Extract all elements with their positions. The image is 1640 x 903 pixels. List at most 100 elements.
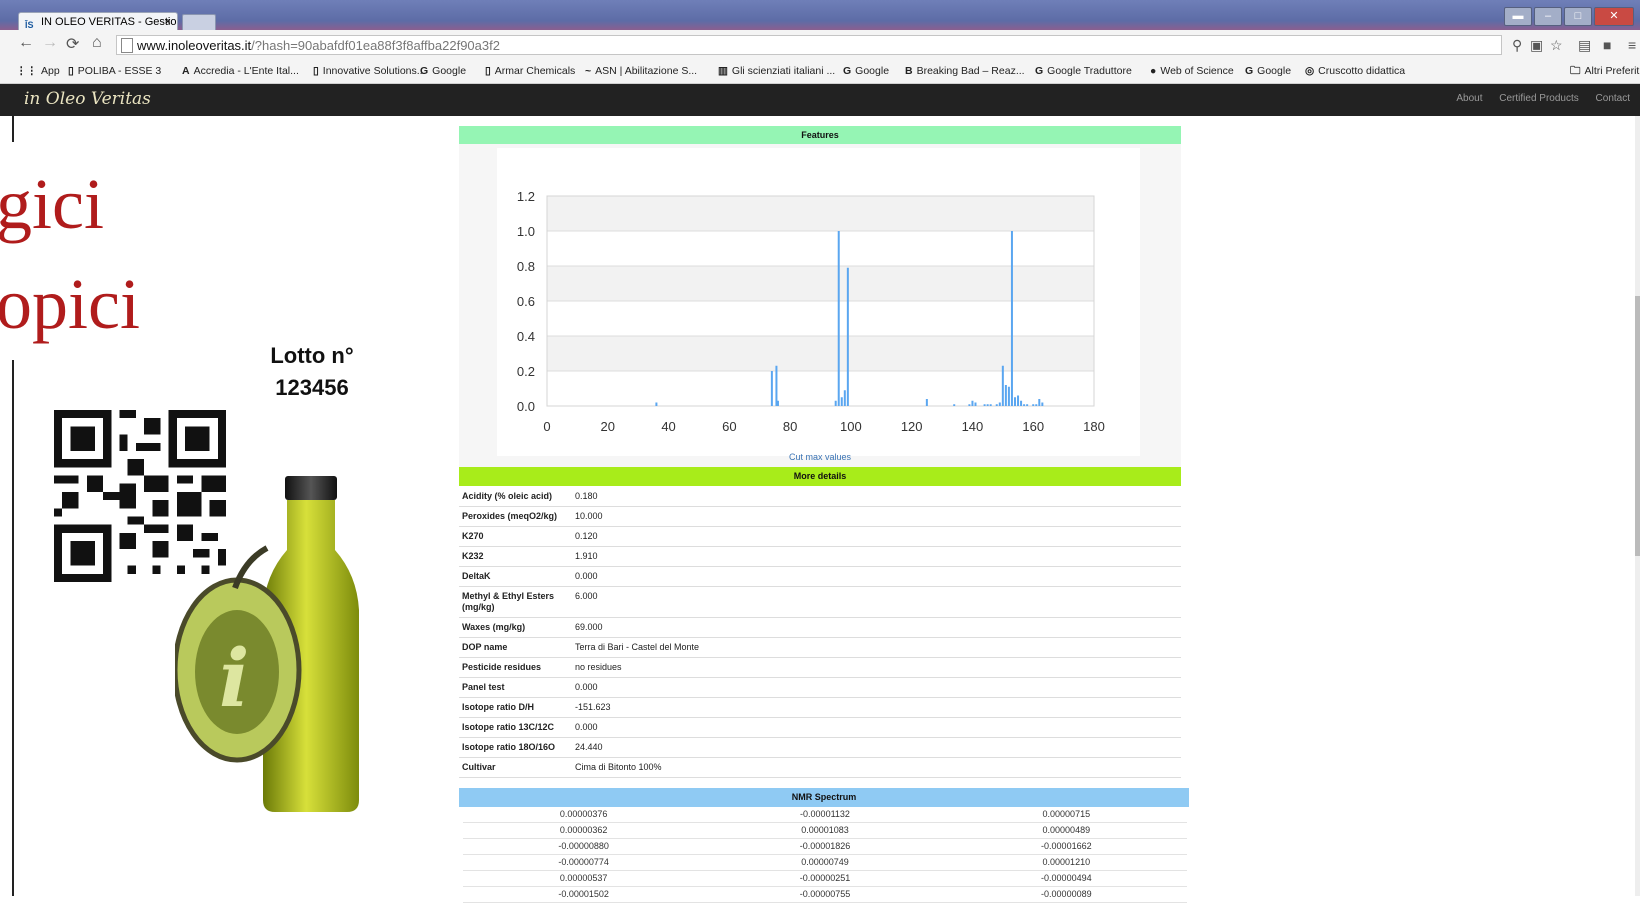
bookmark-item[interactable]: ▯Armar Chemicals — [485, 60, 575, 83]
tab-close-icon[interactable]: × — [165, 13, 171, 30]
detail-key: Acidity (% oleic acid) — [459, 487, 575, 506]
chart-container: 0.00.20.40.60.81.01.20204060801001201401… — [459, 144, 1181, 468]
other-bookmarks-label: Altri Preferiti — [1585, 65, 1640, 77]
bar — [999, 403, 1001, 407]
y-tick-label: 0.2 — [517, 364, 535, 379]
chart-panel: 0.00.20.40.60.81.01.20204060801001201401… — [497, 148, 1140, 456]
detail-row: Isotope ratio 18O/16O24.440 — [459, 738, 1181, 758]
divider-line — [12, 360, 14, 896]
site-logo[interactable]: in Oleo Veritas — [24, 89, 151, 109]
detail-value: Terra di Bari - Castel del Monte — [575, 638, 699, 657]
bar — [926, 399, 928, 406]
browser-tab[interactable]: ĪS IN OLEO VERITAS - Gestio × — [18, 12, 178, 30]
features-chart: 0.00.20.40.60.81.01.20204060801001201401… — [497, 148, 1140, 456]
nav-contact[interactable]: Contact — [1596, 93, 1630, 104]
scrollbar-thumb[interactable] — [1635, 296, 1640, 556]
x-tick-label: 140 — [962, 419, 984, 434]
bar — [971, 401, 973, 406]
bookmark-label: App — [41, 65, 60, 77]
x-tick-label: 0 — [543, 419, 550, 434]
bar — [777, 401, 779, 406]
bookmark-icon: G — [1245, 60, 1253, 83]
bookmark-label: Innovative Solutions... — [323, 65, 426, 77]
back-arrow-icon[interactable]: ← — [18, 34, 34, 52]
cut-max-values-link[interactable]: Cut max values — [459, 452, 1181, 462]
user-icon[interactable]: ▬ — [1504, 7, 1532, 26]
detail-key: Cultivar — [459, 758, 575, 777]
bookmark-icon: ~ — [585, 60, 591, 83]
nav-about[interactable]: About — [1456, 93, 1482, 104]
x-tick-label: 40 — [661, 419, 675, 434]
lot-label: Lotto n° — [262, 340, 362, 372]
detail-key: DeltaK — [459, 567, 575, 586]
home-icon[interactable]: ⌂ — [92, 34, 102, 52]
maximize-icon[interactable]: □ — [1564, 7, 1592, 26]
bookmark-label: Web of Science — [1160, 65, 1233, 77]
bookmark-item[interactable]: ●Web of Science — [1150, 60, 1234, 83]
detail-key: Isotope ratio 13C/12C — [459, 718, 575, 737]
bookmark-item[interactable]: A Accredia - L'Ente Ital... — [182, 60, 299, 83]
bookmark-label: ASN | Abilitazione S... — [595, 65, 697, 77]
minimize-icon[interactable]: – — [1534, 7, 1562, 26]
y-tick-label: 1.2 — [517, 189, 535, 204]
x-tick-label: 60 — [722, 419, 736, 434]
translate-icon[interactable]: ▣ — [1530, 37, 1543, 54]
nmr-cell: 0.00000362 — [463, 823, 704, 838]
bookmark-item[interactable]: GGoogle Traduttore — [1035, 60, 1132, 83]
nav-certified-products[interactable]: Certified Products — [1499, 93, 1578, 104]
address-bar-row: ← → ⟳ ⌂ www.inoleoveritas.it/?hash=90aba… — [0, 30, 1640, 61]
bookmark-item[interactable]: GGoogle — [420, 60, 466, 83]
extension-icon[interactable]: ▤ — [1578, 37, 1591, 54]
bar — [1038, 399, 1040, 406]
bookmark-label: Accredia - L'Ente Ital... — [194, 65, 299, 77]
bookmark-item[interactable]: GGoogle — [1245, 60, 1291, 83]
divider-line — [12, 116, 14, 142]
close-window-icon[interactable]: ✕ — [1594, 7, 1634, 26]
url-input[interactable]: www.inoleoveritas.it/?hash=90abafdf01ea8… — [116, 35, 1502, 55]
bar — [771, 371, 773, 406]
detail-row: Methyl & Ethyl Esters (mg/kg)6.000 — [459, 587, 1181, 618]
bookmark-item[interactable]: ~ ASN | Abilitazione S... — [585, 60, 697, 83]
nmr-row: -0.00001502-0.00000755-0.00000089 — [463, 887, 1187, 903]
star-icon[interactable]: ☆ — [1550, 37, 1563, 54]
zoom-icon[interactable]: ⚲ — [1512, 37, 1522, 54]
detail-key: Waxes (mg/kg) — [459, 618, 575, 637]
nmr-cell: -0.00000880 — [463, 839, 704, 854]
nmr-cell: -0.00001502 — [463, 887, 704, 902]
bookmark-item[interactable]: ◎Cruscotto didattica — [1305, 60, 1405, 83]
bookmark-label: Gli scienziati italiani ... — [732, 65, 835, 77]
nmr-cell: -0.00000251 — [704, 871, 945, 886]
bookmark-item[interactable]: ▯POLIBA - ESSE 3 — [68, 60, 161, 83]
x-tick-label: 100 — [840, 419, 862, 434]
nmr-cell: -0.00000755 — [704, 887, 945, 902]
bar — [984, 404, 986, 406]
bookmark-item[interactable]: ▯Innovative Solutions... — [313, 60, 426, 83]
more-details-header: More details — [459, 467, 1181, 486]
detail-value: 10.000 — [575, 507, 603, 526]
nmr-cell: -0.00000774 — [463, 855, 704, 870]
bookmark-icon: B — [905, 60, 913, 83]
detail-key: Panel test — [459, 678, 575, 697]
extension2-icon[interactable]: ■ — [1603, 37, 1611, 53]
bookmark-icon: A — [182, 60, 190, 83]
nmr-cell: 0.00000537 — [463, 871, 704, 886]
bookmark-label: Google — [432, 65, 466, 77]
nmr-row: 0.00000537-0.00000251-0.00000494 — [463, 871, 1187, 887]
bar — [1008, 387, 1010, 406]
nmr-row: 0.000003620.000010830.00000489 — [463, 823, 1187, 839]
page-icon — [121, 38, 133, 53]
forward-arrow-icon[interactable]: → — [42, 34, 58, 52]
detail-row: Waxes (mg/kg)69.000 — [459, 618, 1181, 638]
bookmark-item[interactable]: GGoogle — [843, 60, 889, 83]
menu-icon[interactable]: ≡ — [1628, 37, 1636, 53]
detail-key: DOP name — [459, 638, 575, 657]
detail-row: CultivarCima di Bitonto 100% — [459, 758, 1181, 778]
bookmark-item[interactable]: ⋮⋮App — [16, 60, 60, 83]
bar — [1035, 404, 1037, 406]
bookmark-icon: ◎ — [1305, 60, 1314, 83]
reload-icon[interactable]: ⟳ — [66, 34, 79, 54]
other-bookmarks[interactable]: 🗀Altri Preferiti — [1570, 60, 1640, 83]
bookmark-item[interactable]: BBreaking Bad – Reaz... — [905, 60, 1025, 83]
page-scrollbar[interactable] — [1635, 116, 1640, 896]
bookmark-item[interactable]: ▥Gli scienziati italiani ... — [718, 60, 835, 83]
